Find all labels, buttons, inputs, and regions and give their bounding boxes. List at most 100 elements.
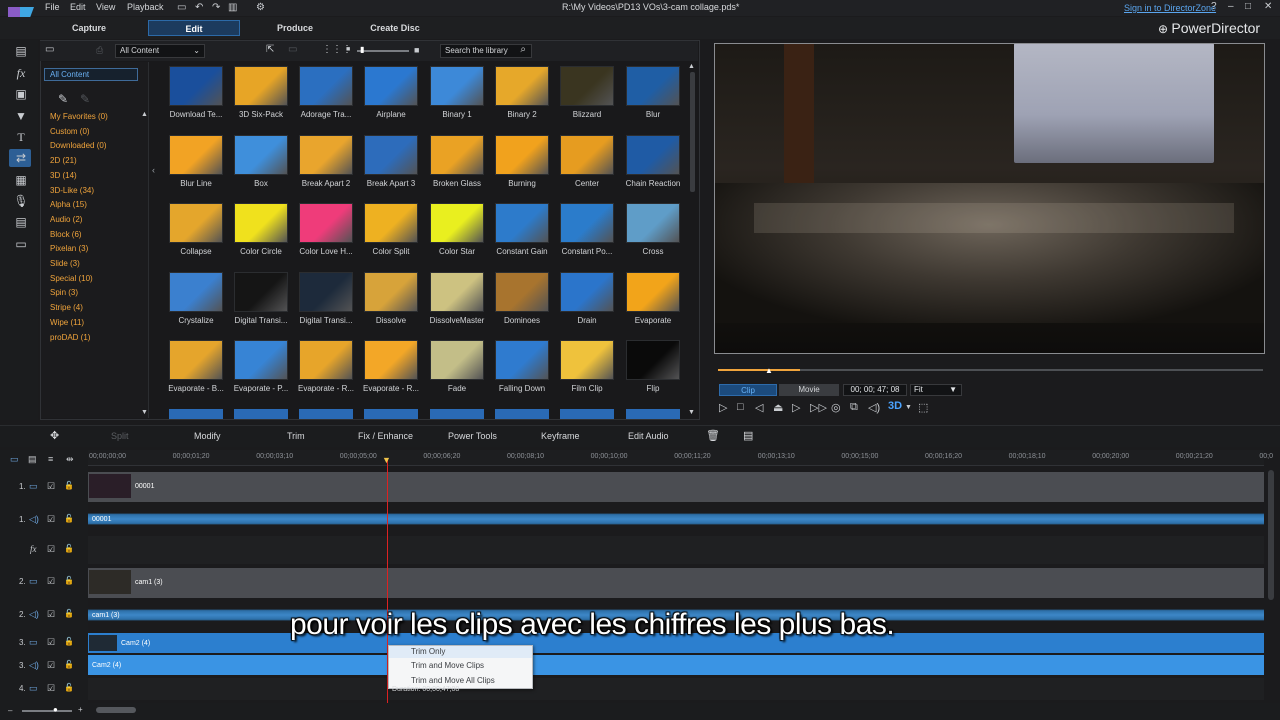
track-enable-checkbox[interactable]: ☑	[47, 576, 55, 587]
tab-edit[interactable]: Edit	[148, 20, 240, 36]
effect-track[interactable]	[88, 536, 1264, 564]
library-search-input[interactable]: Search the library ⌕	[440, 44, 532, 58]
search-icon[interactable]: ⌕	[520, 44, 526, 56]
split-button[interactable]: Split	[111, 431, 129, 441]
category-item[interactable]: Downloaded (0)	[50, 141, 106, 150]
thumb-size-knob[interactable]: ▮	[360, 45, 364, 54]
trim-button[interactable]: Trim	[287, 431, 305, 441]
add-tag-icon[interactable]: ✎	[58, 92, 68, 106]
zoom-in-icon[interactable]: +	[78, 705, 83, 714]
transition-thumbnail[interactable]	[626, 135, 680, 175]
menu-trim-only[interactable]: Trim Only	[411, 647, 445, 656]
track-enable-checkbox[interactable]: ☑	[47, 481, 55, 492]
3d-dropdown-icon[interactable]: ▼	[905, 404, 912, 411]
zoom-out-icon[interactable]: –	[8, 706, 12, 715]
category-item[interactable]: Wipe (11)	[50, 318, 84, 327]
preview-selection-frame[interactable]	[714, 43, 1265, 354]
voiceover-icon[interactable]: 🎙	[13, 193, 29, 209]
new-project-icon[interactable]: ▭	[177, 2, 186, 13]
transition-thumbnail[interactable]	[626, 272, 680, 312]
category-item[interactable]: 3D (14)	[50, 171, 77, 180]
stop-icon[interactable]: □	[737, 401, 744, 413]
category-item[interactable]: 3D-Like (34)	[50, 186, 94, 195]
snapshot-icon[interactable]: ◎	[831, 401, 841, 414]
particle-room-icon[interactable]: ▼	[13, 108, 29, 124]
category-item[interactable]: Block (6)	[50, 230, 82, 239]
lock-icon[interactable]: 🔓	[64, 514, 74, 523]
tab-create-disc[interactable]: Create Disc	[362, 20, 428, 36]
transition-thumbnail[interactable]	[495, 340, 549, 380]
transition-thumbnail[interactable]	[430, 272, 484, 312]
collapse-panel-icon[interactable]: ‹	[152, 165, 155, 175]
track-enable-checkbox[interactable]: ☑	[47, 514, 55, 525]
preview-progress-track[interactable]	[718, 369, 1263, 371]
subtitle-room-icon[interactable]: ▭	[13, 236, 29, 252]
fit-timeline-icon[interactable]: ⇹	[66, 454, 74, 465]
lock-icon[interactable]: 🔓	[64, 481, 74, 490]
track-enable-checkbox[interactable]: ☑	[47, 544, 55, 555]
redo-icon[interactable]: ↷	[212, 2, 220, 13]
category-item[interactable]: Audio (2)	[50, 215, 82, 224]
transition-thumbnail[interactable]	[626, 409, 680, 419]
category-item[interactable]: Pixelan (3)	[50, 244, 88, 253]
volume-icon[interactable]: ◁)	[868, 401, 880, 414]
transition-thumbnail[interactable]	[234, 135, 288, 175]
import-folder-icon[interactable]: ▭	[45, 44, 54, 55]
track-manager-icon[interactable]: ≡	[48, 454, 53, 464]
fast-forward-icon[interactable]: ▷▷	[810, 401, 827, 414]
more-features-icon[interactable]: ▤	[743, 429, 753, 442]
preview-scrubber-knob[interactable]: ▲	[765, 366, 773, 375]
transition-thumbnail[interactable]	[626, 203, 680, 243]
category-item[interactable]: Alpha (15)	[50, 200, 87, 209]
transition-thumbnail[interactable]	[299, 135, 353, 175]
clip-mode-button[interactable]: Clip	[719, 384, 777, 396]
help-button[interactable]: ?	[1211, 1, 1217, 12]
transition-thumbnail[interactable]	[169, 340, 223, 380]
playhead-handle[interactable]: ▼	[382, 455, 391, 465]
grid-scroll-up-icon[interactable]: ▲	[688, 63, 695, 70]
transition-thumbnail[interactable]	[234, 203, 288, 243]
transition-thumbnail[interactable]	[560, 203, 614, 243]
close-button[interactable]: ✕	[1264, 1, 1272, 12]
delete-library-icon[interactable]: ▭	[288, 44, 297, 55]
category-item[interactable]: Custom (0)	[50, 127, 90, 136]
transition-thumbnail[interactable]	[495, 272, 549, 312]
transition-thumbnail[interactable]	[234, 272, 288, 312]
title-room-icon[interactable]: T	[13, 129, 29, 145]
transition-thumbnail[interactable]	[495, 66, 549, 106]
timeline-settings-icon[interactable]: ✥	[50, 429, 59, 442]
transition-thumbnail[interactable]	[364, 409, 418, 419]
track-enable-checkbox[interactable]: ☑	[47, 683, 55, 694]
play-icon[interactable]: ▷	[719, 401, 727, 414]
delete-icon[interactable]: 🗑	[706, 429, 720, 442]
track-enable-checkbox[interactable]: ☑	[47, 637, 55, 648]
minimize-button[interactable]: –	[1228, 1, 1234, 12]
track-2-video[interactable]	[88, 568, 1264, 598]
audio-mixing-icon[interactable]: ▦	[13, 172, 29, 188]
track-1-video[interactable]	[88, 472, 1264, 502]
timeline-view-icon[interactable]: ▭	[10, 454, 19, 465]
track-1-audio[interactable]	[88, 504, 1264, 534]
download-icon[interactable]: ⎙	[96, 45, 103, 56]
transition-thumbnail[interactable]	[364, 66, 418, 106]
transition-thumbnail[interactable]	[495, 203, 549, 243]
previous-frame-icon[interactable]: ◁	[755, 401, 763, 414]
fix-enhance-button[interactable]: Fix / Enhance	[358, 431, 413, 441]
aspect-ratio-icon[interactable]: ▥	[228, 2, 237, 13]
remove-tag-icon[interactable]: ✎	[80, 92, 90, 106]
category-item[interactable]: Slide (3)	[50, 259, 80, 268]
transition-thumbnail[interactable]	[234, 409, 288, 419]
maximize-button[interactable]: □	[1245, 1, 1251, 12]
category-item[interactable]: 2D (21)	[50, 156, 77, 165]
tab-produce[interactable]: Produce	[268, 20, 322, 36]
small-thumb-icon[interactable]: ■	[346, 46, 350, 53]
track-4-video[interactable]	[88, 678, 1264, 700]
menu-trim-move-clips[interactable]: Trim and Move Clips	[411, 661, 484, 670]
timeline-hscrollbar[interactable]	[96, 707, 136, 713]
category-item[interactable]: Stripe (4)	[50, 303, 83, 312]
transition-thumbnail[interactable]	[364, 203, 418, 243]
zoom-fit-select[interactable]: Fit ▼	[910, 384, 962, 396]
track-enable-checkbox[interactable]: ☑	[47, 609, 55, 620]
transition-thumbnail[interactable]	[299, 272, 353, 312]
transition-thumbnail[interactable]	[626, 340, 680, 380]
